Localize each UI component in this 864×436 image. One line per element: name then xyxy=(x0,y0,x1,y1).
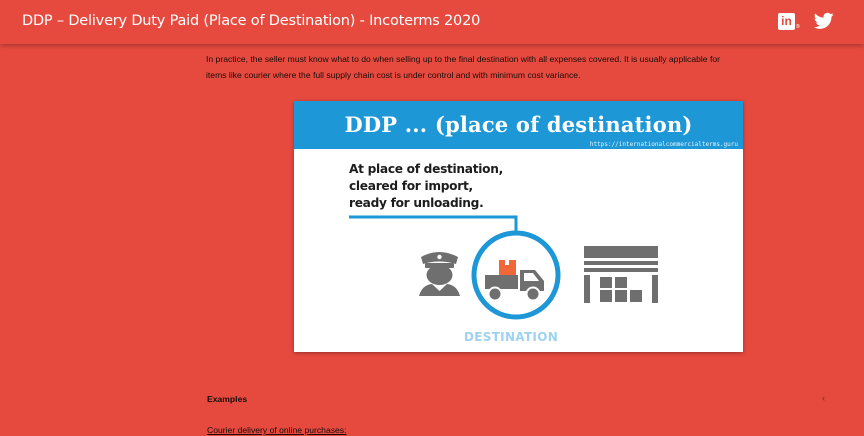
linkedin-icon[interactable]: in xyxy=(778,13,795,30)
destination-label: DESTINATION xyxy=(464,330,559,344)
figure-graphics xyxy=(349,215,658,320)
warehouse-icon xyxy=(584,246,658,303)
twitter-icon[interactable] xyxy=(814,12,834,30)
ddp-figure: DDP ... (place of destination) https://i… xyxy=(294,101,743,352)
customs-officer-icon xyxy=(419,252,460,296)
linkedin-trademark: ® xyxy=(796,24,800,30)
delivery-truck-icon xyxy=(485,260,544,302)
examples-heading: Examples xyxy=(207,394,248,404)
intro-line: In practice, the seller must know what t… xyxy=(206,54,720,64)
page-title: DDP – Delivery Duty Paid (Place of Desti… xyxy=(22,13,481,29)
connector-line xyxy=(349,215,518,234)
example-link[interactable]: Courier delivery of online purchases: xyxy=(207,425,346,435)
chevron-left-icon[interactable]: ‹ xyxy=(822,393,825,403)
top-bar: DDP – Delivery Duty Paid (Place of Desti… xyxy=(0,0,864,44)
intro-line: items like courier where the full supply… xyxy=(206,70,581,80)
intro-paragraph: In practice, the seller must know what t… xyxy=(206,51,821,83)
